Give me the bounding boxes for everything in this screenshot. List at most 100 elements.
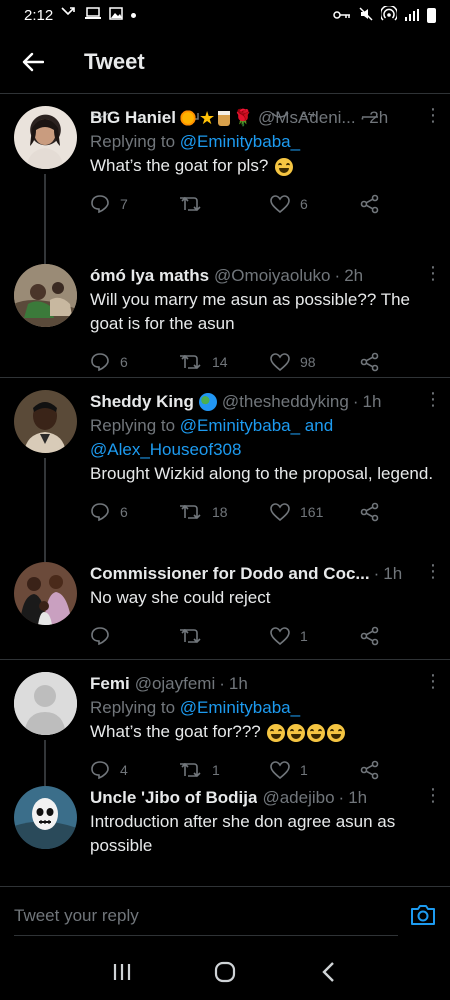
more-vertical-icon[interactable]: ⋮: [424, 390, 442, 408]
tweet-actions: 6 18 161: [90, 490, 436, 534]
sun-emoji-icon: [178, 109, 197, 127]
reply-button[interactable]: [90, 626, 180, 646]
more-vertical-icon[interactable]: ⋮: [424, 562, 442, 580]
hotspot-icon: [379, 4, 398, 25]
reply-count: 6: [120, 354, 128, 370]
retweet-button[interactable]: [180, 627, 270, 645]
reply-count: 7: [120, 196, 128, 212]
gallery-icon: [109, 6, 123, 24]
like-count: 1: [300, 628, 308, 644]
tweet-item[interactable]: Sheddy King @thesheddyking · 1h ⋮ Replyi…: [0, 378, 450, 562]
author-name[interactable]: Femi: [90, 674, 130, 694]
share-button[interactable]: [360, 502, 380, 522]
author-name[interactable]: Commissioner for Dodo and Coc...: [90, 564, 370, 584]
like-button[interactable]: 98: [270, 353, 360, 371]
tweet-time[interactable]: 1h: [348, 788, 367, 808]
back-nav-button[interactable]: [308, 952, 348, 992]
reply-button[interactable]: 6: [90, 352, 180, 372]
avatar[interactable]: [14, 390, 77, 453]
page-title: Tweet: [84, 48, 145, 74]
tweet-item[interactable]: Commissioner for Dodo and Coc... · 1h ⋮ …: [0, 562, 450, 660]
more-vertical-icon[interactable]: ⋮: [424, 264, 442, 282]
tweet-item[interactable]: BIG Haniel ★ 🌹 @MsAdeni... · 2h ⋮ Replyi…: [0, 94, 450, 264]
thread-line: [44, 174, 46, 264]
more-vertical-icon[interactable]: ⋮: [424, 106, 442, 124]
author-handle[interactable]: @thesheddyking: [222, 392, 349, 412]
retweet-count: 14: [212, 354, 228, 370]
tweet-text: Brought Wizkid along to the proposal, le…: [90, 464, 434, 483]
recents-button[interactable]: [102, 952, 142, 992]
globe-emoji-icon: [198, 393, 217, 411]
mention-link[interactable]: @Alex_Houseof308: [90, 440, 241, 459]
author-handle[interactable]: @ojayfemi: [135, 674, 216, 694]
retweet-button[interactable]: 14: [180, 353, 270, 371]
mute-icon: [358, 6, 373, 24]
share-button[interactable]: [360, 760, 380, 780]
reply-icon: [91, 353, 109, 372]
author-name[interactable]: BIG Haniel: [90, 108, 176, 128]
tweet-item[interactable]: Femi @ojayfemi · 1h ⋮ Replying to @Emini…: [0, 660, 450, 786]
tweet-item[interactable]: ómó Iya maths @Omoiyaoluko · 2h ⋮ Will y…: [0, 264, 450, 378]
like-button[interactable]: 161: [270, 503, 360, 521]
laughing-emoji-icon: [275, 157, 294, 176]
share-button[interactable]: [360, 626, 380, 646]
avatar[interactable]: [14, 106, 77, 169]
share-icon: [360, 352, 379, 372]
separator-dot: ·: [219, 674, 225, 693]
mention-link[interactable]: @Eminitybaba_: [180, 698, 300, 717]
signal-icon: [404, 9, 419, 21]
home-button[interactable]: [205, 952, 245, 992]
more-vertical-icon[interactable]: ⋮: [424, 786, 442, 804]
beer-emoji-icon: [218, 110, 231, 126]
share-button[interactable]: [360, 352, 380, 372]
reply-button[interactable]: 6: [90, 502, 180, 522]
author-name[interactable]: Uncle 'Jibo of Bodija: [90, 788, 257, 808]
retweet-icon: [180, 762, 201, 778]
separator-dot: ·: [352, 392, 359, 411]
more-vertical-icon[interactable]: ⋮: [424, 672, 442, 690]
tweet-item[interactable]: Uncle 'Jibo of Bodija @adejibo · 1h ⋮ In…: [0, 786, 450, 876]
retweet-button[interactable]: [180, 195, 270, 213]
like-button[interactable]: 6: [270, 195, 360, 213]
author-handle[interactable]: @adejibo: [262, 788, 334, 808]
share-button[interactable]: [360, 194, 380, 214]
tweet-time[interactable]: 2h: [369, 108, 388, 128]
cast-icon: [85, 6, 102, 24]
tweet-time[interactable]: 2h: [344, 266, 363, 286]
replies-feed[interactable]: BIG Haniel ★ 🌹 @MsAdeni... · 2h ⋮ Replyi…: [0, 94, 450, 886]
grinning-sweat-emoji-icon: [307, 723, 326, 742]
retweet-icon: [180, 628, 201, 644]
avatar[interactable]: [14, 562, 77, 625]
camera-button[interactable]: [410, 903, 436, 929]
status-bar: 2:12: [0, 0, 450, 30]
tweet-text: Introduction after she don agree asun as…: [90, 812, 396, 855]
share-icon: [360, 626, 379, 646]
tweet-time[interactable]: 1h: [362, 392, 381, 412]
reply-button[interactable]: 7: [90, 194, 180, 214]
mention-link[interactable]: @Eminitybaba_ and: [180, 416, 333, 435]
author-handle[interactable]: @Omoiyaoluko: [214, 266, 330, 286]
like-count: 98: [300, 354, 316, 370]
like-button[interactable]: 1: [270, 761, 360, 779]
author-handle[interactable]: @MsAdeni...: [258, 108, 356, 128]
avatar[interactable]: [14, 264, 77, 327]
tweet-time[interactable]: 1h: [383, 564, 402, 584]
mention-link[interactable]: @Eminitybaba_: [180, 132, 300, 151]
retweet-button[interactable]: 1: [180, 761, 270, 779]
like-button[interactable]: 1: [270, 627, 360, 645]
author-name[interactable]: ómó Iya maths: [90, 266, 209, 286]
author-name[interactable]: Sheddy King: [90, 392, 194, 412]
retweet-button[interactable]: 18: [180, 503, 270, 521]
system-nav-bar: [0, 944, 450, 1000]
rose-emoji-icon: 🌹: [233, 110, 254, 127]
camera-icon: [411, 904, 435, 925]
tweet-time[interactable]: 1h: [229, 674, 248, 694]
avatar[interactable]: [14, 786, 77, 849]
back-button[interactable]: [0, 30, 66, 94]
reply-button[interactable]: 4: [90, 760, 180, 780]
heart-icon: [270, 627, 290, 645]
home-icon: [214, 961, 236, 983]
avatar[interactable]: [14, 672, 77, 735]
recents-icon: [113, 964, 130, 980]
reply-input[interactable]: Tweet your reply: [14, 896, 398, 936]
